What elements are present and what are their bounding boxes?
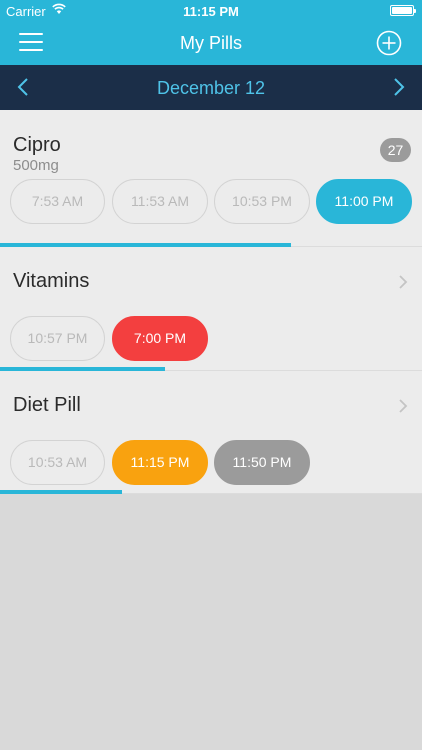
dose-time-button-upcoming[interactable]: 11:50 PM — [214, 440, 310, 485]
chevron-right-icon — [399, 399, 408, 413]
dose-time-button[interactable]: 7:53 AM — [10, 179, 105, 224]
add-pill-button[interactable] — [376, 30, 402, 56]
chevron-right-icon — [399, 275, 408, 289]
pill-name: Cipro — [13, 134, 61, 156]
pill-dose: 500mg — [13, 157, 59, 174]
pill-card-cipro[interactable]: Cipro 500mg 27 7:53 AM 11:53 AM 10:53 PM… — [0, 110, 422, 247]
dose-progress-bar — [0, 490, 123, 494]
next-day-button[interactable] — [388, 76, 410, 98]
pill-name: Vitamins — [13, 270, 90, 292]
date-navigator: December 12 — [0, 65, 422, 110]
page-title: My Pills — [180, 33, 242, 53]
dose-time-button[interactable]: 10:53 PM — [214, 179, 310, 224]
remaining-count-badge: 27 — [380, 138, 411, 162]
dose-time-button-due[interactable]: 11:15 PM — [112, 440, 208, 485]
status-time: 11:15 PM — [183, 4, 239, 19]
dose-time-button[interactable]: 10:57 PM — [10, 316, 105, 361]
status-bar: Carrier 11:15 PM — [0, 0, 422, 22]
dose-time-button-missed[interactable]: 7:00 PM — [112, 316, 208, 361]
dose-time-button[interactable]: 11:53 AM — [112, 179, 208, 224]
pill-card-vitamins[interactable]: Vitamins 10:57 PM 7:00 PM — [0, 247, 422, 371]
pill-card-diet-pill[interactable]: Diet Pill 10:53 AM 11:15 PM 11:50 PM — [0, 371, 422, 494]
dose-time-button[interactable]: 10:53 AM — [10, 440, 105, 485]
dose-time-button-taken[interactable]: 11:00 PM — [316, 179, 412, 224]
pill-list: Cipro 500mg 27 7:53 AM 11:53 AM 10:53 PM… — [0, 110, 422, 494]
current-date: December 12 — [156, 78, 266, 98]
app-header: Carrier 11:15 PM My Pills — [0, 0, 422, 65]
pill-name: Diet Pill — [13, 394, 81, 416]
battery-icon — [390, 5, 416, 16]
